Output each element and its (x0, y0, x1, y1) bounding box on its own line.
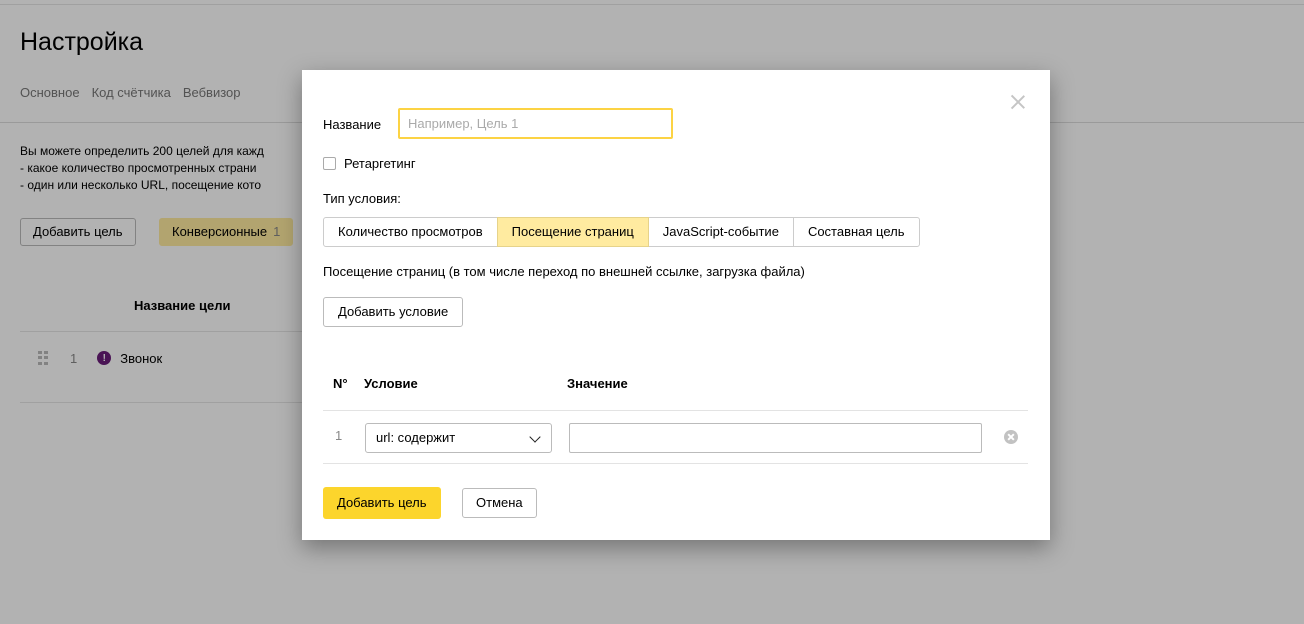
retargeting-checkbox-row[interactable]: Ретаргетинг (323, 156, 416, 171)
column-header-value: Значение (567, 376, 628, 391)
tab-page-visit[interactable]: Посещение страниц (496, 217, 649, 247)
condition-row-number: 1 (335, 428, 343, 443)
chevron-down-icon (529, 431, 541, 443)
condition-type-label: Тип условия: (323, 191, 401, 206)
add-condition-button[interactable]: Добавить условие (323, 297, 464, 327)
table-divider (323, 463, 1028, 464)
tab-javascript-event[interactable]: JavaScript-событие (647, 217, 794, 247)
goal-name-label: Название (323, 117, 382, 132)
submit-add-goal-button[interactable]: Добавить цель (323, 487, 441, 519)
condition-select[interactable]: url: содержит (365, 423, 552, 453)
retargeting-checkbox[interactable] (323, 157, 336, 170)
tab-page-views-count[interactable]: Количество просмотров (323, 217, 498, 247)
condition-value-input[interactable] (569, 423, 982, 453)
goal-name-input[interactable] (398, 108, 673, 139)
tab-composite-goal[interactable]: Составная цель (792, 217, 920, 247)
condition-description: Посещение страниц (в том числе переход п… (323, 264, 805, 279)
add-goal-dialog: Название Ретаргетинг Тип условия: Количе… (302, 70, 1050, 540)
column-header-condition: Условие (364, 376, 418, 391)
column-header-number: N° (333, 376, 348, 391)
retargeting-label: Ретаргетинг (344, 156, 416, 171)
cancel-button[interactable]: Отмена (462, 488, 537, 518)
table-divider (323, 410, 1028, 411)
condition-type-tabs: Количество просмотров Посещение страниц … (323, 217, 920, 247)
condition-select-value: url: содержит (376, 430, 456, 445)
remove-condition-icon[interactable] (1004, 430, 1018, 444)
close-icon[interactable] (1008, 92, 1028, 112)
